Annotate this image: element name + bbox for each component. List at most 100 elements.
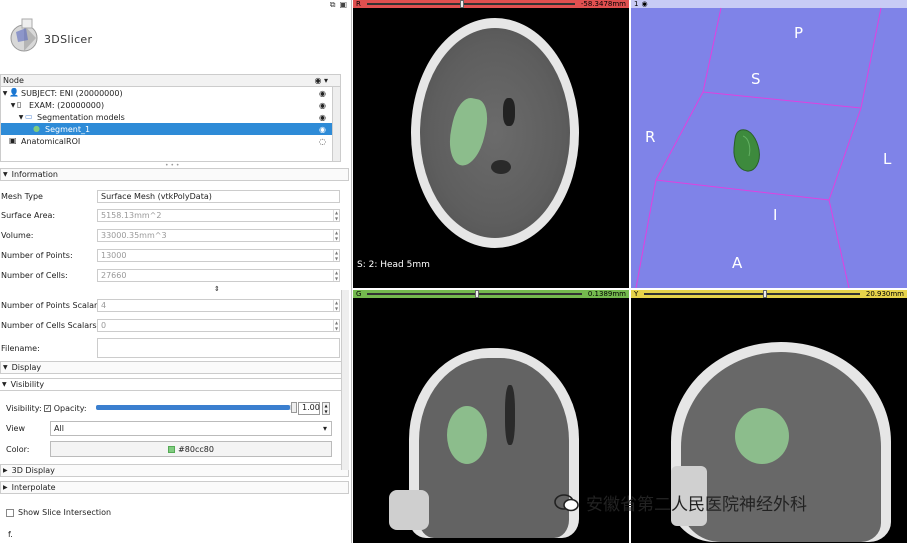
green-slice-slider-handle[interactable]	[474, 290, 479, 298]
expand-arrows-icon[interactable]: ⇕	[214, 285, 220, 293]
collapse-arrow-icon: ▼	[3, 364, 8, 371]
show-slice-intersection-checkbox[interactable]	[6, 509, 14, 517]
filename-row: Filename:	[0, 338, 340, 358]
surface-area-row: Surface Area: 5158.13mm^2 ▲ ▼	[1, 208, 340, 222]
spin-arrows-icon: ▲ ▼	[333, 269, 339, 281]
tree-row-study[interactable]: ▼ ▯ EXAM: (20000000) ◉	[1, 99, 340, 111]
panel-menu-icon[interactable]: ▣	[339, 0, 347, 10]
red-slice-view[interactable]: R -58.3478mm S: 2: Head 5mm	[353, 0, 629, 288]
chevron-down-icon: ▾	[322, 424, 327, 433]
opacity-spinbox[interactable]: 1.00	[298, 402, 320, 415]
num-point-scalars-field[interactable]: 4 ▲ ▼	[97, 298, 340, 312]
tree-row-subject[interactable]: ▼ 👤 SUBJECT: ENI (20000000) ◉	[1, 87, 340, 99]
hematoma-segment	[447, 406, 487, 464]
panel-scrollbar[interactable]	[341, 290, 349, 470]
orientation-label-l: L	[883, 150, 892, 168]
module-panel: ⧉ ▣ 3DSlicer Node ◉ ▾ ▼ 👤 SUBJECT: ENI (2…	[0, 0, 352, 543]
visibility-checkbox[interactable]: ✓	[44, 405, 52, 412]
hematoma-segment	[735, 408, 789, 464]
mesh-type-field[interactable]: Surface Mesh (vtkPolyData)	[97, 189, 340, 203]
collapse-arrow-icon: ▼	[2, 381, 7, 388]
opacity-slider[interactable]	[96, 402, 297, 413]
view-pin-icon[interactable]: G	[353, 290, 364, 298]
brain-tissue	[419, 358, 569, 538]
color-picker-button[interactable]: #80cc80	[50, 441, 332, 457]
view-pin-icon[interactable]: R	[353, 0, 364, 8]
volume-field[interactable]: 33000.35mm^3 ▲ ▼	[97, 228, 340, 242]
ventricle	[491, 160, 511, 174]
collapse-arrow-icon: ▼	[3, 171, 8, 178]
spin-arrows-icon: ▲ ▼	[333, 209, 339, 221]
visibility-section-header[interactable]: ▼ Visibility	[0, 378, 349, 391]
eye-icon[interactable]: ◌	[319, 137, 326, 146]
opacity-spin-arrows-icon[interactable]: ▲ ▼	[322, 402, 330, 415]
view-pin-icon[interactable]: Y	[631, 290, 641, 298]
folder-icon: ▭	[25, 112, 33, 121]
tree-header: Node ◉ ▾	[1, 75, 340, 87]
slicer-logo	[10, 18, 38, 52]
num-cell-scalars-field[interactable]: 0 ▲ ▼	[97, 318, 340, 332]
eye-icon[interactable]: ◉	[319, 101, 326, 110]
collapse-arrow-icon[interactable]: ▼	[17, 114, 25, 121]
display-section-header[interactable]: ▼ Display	[0, 361, 349, 374]
red-slice-slider-handle[interactable]	[460, 0, 465, 8]
person-icon: 👤	[9, 88, 19, 97]
yellow-slice-offset: 20.930mm	[865, 290, 904, 298]
wechat-icon	[554, 493, 579, 511]
roi-box-wireframe	[635, 7, 882, 288]
orientation-label-r: R	[645, 128, 656, 146]
footer-text: f.	[8, 530, 13, 539]
3d-segment-model	[733, 129, 760, 172]
surface-area-field[interactable]: 5158.13mm^2 ▲ ▼	[97, 208, 340, 222]
num-cells-field[interactable]: 27660 ▲ ▼	[97, 268, 340, 282]
green-view-bar: G 0.1389mm	[353, 290, 629, 298]
yellow-slice-slider[interactable]	[641, 290, 863, 298]
show-slice-intersection-label: Show Slice Intersection	[18, 508, 112, 517]
opacity-slider-fill	[96, 402, 297, 413]
tree-row-folder[interactable]: ▼ ▭ Segmentation models ◉	[1, 111, 340, 123]
mesh-type-row: Mesh Type Surface Mesh (vtkPolyData)	[0, 189, 340, 203]
collapse-arrow-icon[interactable]: ▼	[9, 102, 17, 109]
eye-icon[interactable]: ◉	[319, 113, 326, 122]
green-slice-slider[interactable]	[364, 290, 584, 298]
visibility-opacity-row: Visibility: ✓ Opacity:	[6, 404, 87, 413]
red-slice-slider[interactable]	[364, 0, 578, 8]
panel-toolbar: ⧉ ▣	[330, 0, 347, 10]
brain-tissue	[420, 28, 570, 238]
orientation-label-p: P	[794, 24, 804, 42]
undock-icon[interactable]: ⧉	[330, 0, 336, 10]
view-label: View	[6, 424, 25, 433]
collapse-arrow-icon[interactable]: ▼	[1, 90, 9, 97]
tree-row-roi[interactable]: ▣ AnatomicalROI ◌	[1, 135, 340, 147]
spin-arrows-icon: ▲ ▼	[333, 249, 339, 261]
roi-icon: ▣	[9, 136, 17, 145]
interpolate-section-header[interactable]: ▶ Interpolate	[0, 481, 349, 494]
filename-field[interactable]	[97, 338, 340, 358]
orientation-label-a: A	[732, 254, 743, 272]
view-combobox[interactable]: All ▾	[50, 421, 332, 436]
num-cell-scalars-row: Number of Cells Scalars: 0 ▲ ▼	[1, 318, 340, 332]
information-section-header[interactable]: ▼ Information	[0, 168, 349, 181]
tree-row-segment[interactable]: ● Segment_1 ◉	[1, 123, 340, 135]
eye-icon[interactable]: ◉	[319, 89, 326, 98]
orientation-label-i: I	[773, 206, 778, 224]
app-name: 3DSlicer	[44, 33, 93, 46]
slicer-window: { "app":{"name":"3DSlicer"}, "tree":{ "h…	[0, 0, 907, 543]
series-label: S: 2: Head 5mm	[357, 260, 430, 270]
color-label: Color:	[6, 445, 30, 454]
eye-icon[interactable]: ◉	[319, 125, 326, 134]
spin-arrows-icon: ▲ ▼	[333, 229, 339, 241]
color-swatch	[168, 445, 176, 453]
ventricle	[503, 98, 515, 126]
spin-arrows-icon: ▲ ▼	[333, 319, 339, 331]
ventricle	[505, 385, 515, 445]
tree-scrollbar[interactable]	[332, 87, 340, 161]
visibility-header-icon: ◉ ▾	[314, 76, 328, 85]
segment-icon: ●	[33, 124, 40, 133]
subject-hierarchy-tree[interactable]: Node ◉ ▾ ▼ 👤 SUBJECT: ENI (20000000) ◉ ▼ ▯ …	[0, 74, 341, 162]
3d-view[interactable]: 1 ◉ P S R L I A	[631, 0, 907, 288]
num-points-field[interactable]: 13000 ▲ ▼	[97, 248, 340, 262]
yellow-slice-slider-handle[interactable]	[763, 290, 768, 298]
opacity-slider-handle[interactable]	[291, 402, 297, 413]
3d-display-section-header[interactable]: ▶ 3D Display	[0, 464, 349, 477]
